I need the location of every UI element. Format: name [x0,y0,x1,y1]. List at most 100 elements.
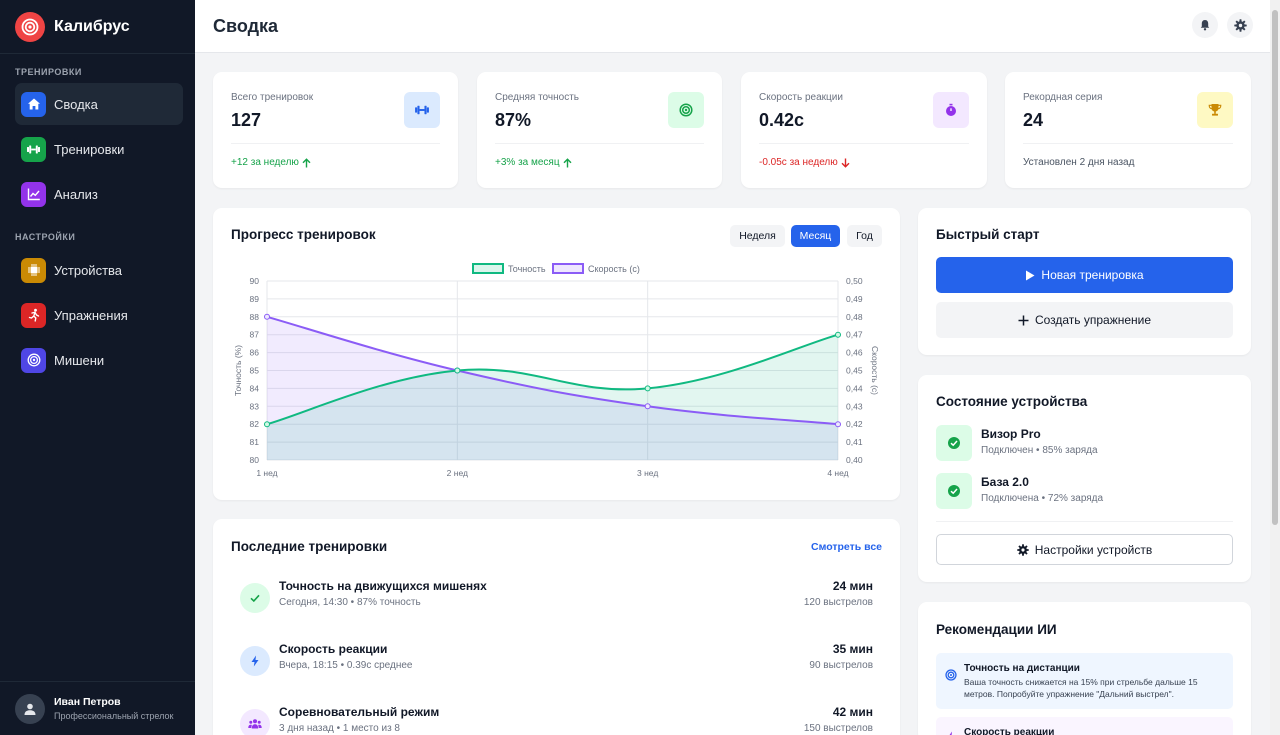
check-circle-icon [936,425,972,461]
y2-tick-label: 0,50 [846,276,863,286]
training-shots: 120 выстрелов [803,597,873,608]
sidebar-item-exercises[interactable]: Упражнения [15,294,183,336]
play-icon [1026,270,1035,280]
y2-tick-label: 0,47 [846,330,863,340]
recommendation-title: Точность на дистанции [964,663,1080,674]
stat-value: 0.42с [759,110,805,130]
list-item[interactable]: Скорость реакции Вчера, 18:15 • 0.39с ср… [240,642,873,682]
training-duration: 24 мин [832,579,873,593]
brand[interactable]: Калибрус [0,0,195,54]
stat-card-record-streak: Рекордная серия 24 Установлен 2 дня наза… [1005,72,1251,188]
y-tick-label: 83 [250,401,260,411]
ai-recommendations-card: Рекомендации ИИ Точность на дистанции Ва… [918,602,1251,735]
y-tick-label: 90 [250,276,260,286]
recent-card-title: Последние тренировки [231,539,388,554]
sidebar-section-settings: НАСТРОЙКИ [15,232,76,242]
runner-icon [21,302,46,328]
device-item[interactable]: Визор Pro Подключен • 85% заряда [936,425,1233,461]
settings-button[interactable] [1227,12,1253,38]
profile-role: Профессиональный стрелок [54,711,174,721]
chip-icon [21,257,46,283]
stat-trend: +3% за месяц [495,157,572,168]
x-tick-label: 4 нед [827,468,848,478]
home-icon [21,91,46,117]
data-point-accuracy [454,367,461,374]
recommendation-text: Ваша точность снижается на 15% при стрел… [964,677,1198,699]
list-item[interactable]: Точность на движущихся мишенях Сегодня, … [240,579,873,619]
check-icon [240,583,270,613]
sidebar-item-dashboard[interactable]: Сводка [15,83,183,125]
quick-start-title: Быстрый старт [936,227,1040,242]
y-tick-label: 85 [250,366,260,376]
plus-icon [1018,315,1029,325]
y-tick-label: 82 [250,419,260,429]
sidebar-item-analysis[interactable]: Анализ [15,173,183,215]
scrollbar-thumb[interactable] [1272,10,1278,525]
sidebar-item-devices[interactable]: Устройства [15,249,183,291]
y2-tick-label: 0,44 [846,383,863,393]
sidebar-item-label: Устройства [54,262,123,278]
recommendation-item[interactable]: Точность на дистанции Ваша точность сниж… [936,653,1233,709]
stat-card-total-trainings: Всего тренировок 127 +12 за неделю [213,72,458,188]
sidebar-item-trainings[interactable]: Тренировки [15,128,183,170]
view-all-link[interactable]: Смотреть все [811,541,882,553]
arrow-down-icon [841,158,850,168]
recommendation-item[interactable]: Скорость реакции [936,717,1233,735]
sidebar-section-training: ТРЕНИРОВКИ [15,67,82,77]
sidebar-item-label: Анализ [54,186,98,202]
stat-label: Средняя точность [495,92,579,103]
ai-card-title: Рекомендации ИИ [936,622,1057,637]
legend-swatch-accuracy [472,263,504,274]
profile-name: Иван Петров [54,696,121,708]
y-axis-title: Точность (%) [233,345,243,396]
chart-icon [21,181,46,207]
users-icon [240,709,270,735]
list-item[interactable]: Соревновательный режим 3 дня назад • 1 м… [240,705,873,735]
y2-tick-label: 0,43 [846,401,863,411]
y2-tick-label: 0,41 [846,437,863,447]
training-meta: 3 дня назад • 1 место из 8 [279,723,400,734]
device-name: Визор Pro [981,427,1041,441]
data-point-accuracy [264,421,270,428]
device-item[interactable]: База 2.0 Подключена • 72% заряда [936,473,1233,509]
sidebar-item-label: Упражнения [54,307,128,323]
device-status: Подключен • 85% заряда [981,445,1098,456]
training-title: Скорость реакции [279,642,388,656]
progress-line-chart: 90 89 88 87 86 85 84 83 82 81 80 0,50 0,49 0,48 0,47 0,… [233,263,880,478]
data-point-accuracy [835,331,841,338]
target-icon [945,668,957,686]
bell-icon [1200,20,1210,31]
y2-tick-label: 0,49 [846,294,863,304]
check-circle-icon [936,473,972,509]
new-training-button[interactable]: Новая тренировка [936,257,1233,293]
stat-note: Установлен 2 дня назад [1023,157,1135,168]
data-point-speed [835,421,841,428]
device-status: Подключена • 72% заряда [981,493,1104,504]
app-name: Калибрус [54,17,130,35]
bolt-icon [945,730,957,735]
create-exercise-button[interactable]: Создать упражнение [936,302,1233,338]
page-scrollbar[interactable] [1270,0,1280,735]
notifications-button[interactable] [1192,12,1218,38]
avatar [15,693,45,724]
target-icon [21,347,46,373]
target-icon [668,92,704,128]
legend-label-accuracy: Точность [508,264,546,274]
x-tick-label: 3 нед [637,468,658,478]
x-tick-label: 2 нед [447,468,468,478]
data-point-speed [264,313,270,320]
sidebar-item-targets[interactable]: Мишени [15,339,183,381]
data-point-accuracy [644,385,651,392]
recommendation-title: Скорость реакции [964,727,1055,735]
sidebar-item-label: Тренировки [54,141,125,157]
device-card-title: Состояние устройства [936,394,1088,409]
gear-icon [1017,543,1029,556]
training-meta: Вчера, 18:15 • 0.39с среднее [279,660,413,671]
device-status-card: Состояние устройства Визор Pro Подключен… [918,375,1251,582]
user-profile[interactable]: Иван Петров Профессиональный стрелок [0,681,195,735]
device-settings-button[interactable]: Настройки устройств [936,534,1233,565]
legend-swatch-speed [552,263,584,274]
training-shots: 150 выстрелов [803,723,873,734]
y-tick-label: 84 [250,383,260,393]
y2-tick-label: 0,46 [846,348,863,358]
